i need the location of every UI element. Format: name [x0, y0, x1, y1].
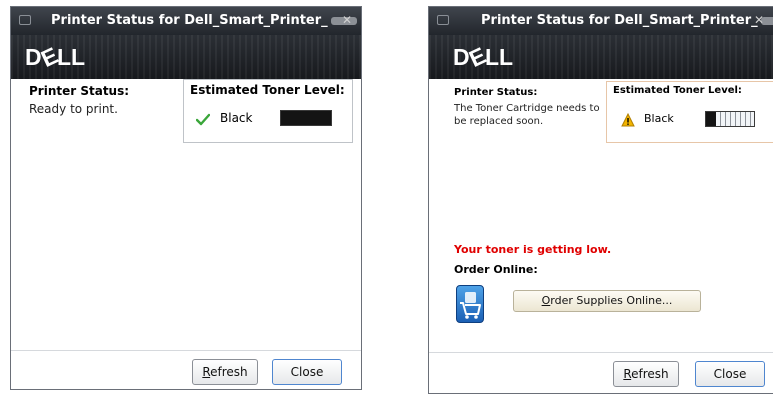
toner-level-title: Estimated Toner Level: [613, 85, 742, 96]
toner-level-bar [280, 110, 332, 126]
cart-glyph-icon [460, 292, 481, 319]
close-button[interactable]: Close [695, 361, 765, 387]
toner-level-panel: Estimated Toner Level: Black [606, 81, 773, 143]
toner-row-black: Black [196, 110, 346, 128]
order-supplies-online-label: Order Supplies Online... [541, 294, 673, 307]
toner-low-message: Your toner is getting low. [454, 243, 612, 256]
close-button-label: Close [290, 365, 324, 379]
printer-status-text: Ready to print. [29, 102, 118, 116]
window-title: Printer Status for Dell_Smart_Printer_ [51, 13, 328, 28]
order-supplies-online-button[interactable]: Order Supplies Online... [513, 290, 701, 312]
check-icon [196, 113, 210, 126]
dell-logo: DELL [453, 42, 514, 73]
printer-status-label: Printer Status: [29, 84, 130, 98]
close-icon[interactable]: ✕ [754, 13, 764, 27]
refresh-button-label: Refresh [623, 367, 669, 381]
toner-level-title: Estimated Toner Level: [190, 83, 345, 97]
dell-banner: DELL [429, 35, 773, 79]
order-online-label: Order Online: [454, 263, 538, 276]
printer-status-label: Printer Status: [454, 87, 538, 98]
footer-separator [429, 352, 773, 353]
printer-status-text-line1: The Toner Cartridge needs to [454, 103, 600, 114]
refresh-button[interactable]: Refresh [192, 359, 258, 385]
printer-status-window-left: Printer Status for Dell_Smart_Printer_ ✕… [10, 6, 362, 390]
toner-level-fill [706, 112, 716, 126]
toner-color-label: Black [220, 111, 253, 125]
warning-icon [621, 113, 635, 127]
shopping-cart-icon[interactable] [456, 285, 484, 323]
toner-level-fill [281, 111, 331, 125]
toner-color-label: Black [644, 112, 674, 125]
toner-level-bar [705, 111, 755, 127]
printer-status-window-right: Printer Status for Dell_Smart_Printer_ ✕… [428, 6, 773, 394]
close-icon[interactable]: ✕ [342, 13, 352, 27]
footer-separator [11, 350, 361, 351]
printer-status-text-line2: be replaced soon. [454, 116, 544, 127]
window-menu-icon[interactable] [437, 15, 449, 25]
window-menu-icon[interactable] [19, 15, 31, 25]
window-title: Printer Status for Dell_Smart_Printer_ [481, 13, 758, 28]
title-bar[interactable]: Printer Status for Dell_Smart_Printer_ ✕ [429, 7, 773, 35]
toner-level-panel: Estimated Toner Level: Black [183, 79, 353, 143]
close-button[interactable]: Close [272, 359, 342, 385]
refresh-button-label: Refresh [202, 365, 248, 379]
toner-row-black: Black [619, 111, 769, 129]
refresh-button[interactable]: Refresh [613, 361, 679, 387]
close-button-label: Close [713, 367, 747, 381]
dell-banner: DELL [11, 35, 361, 79]
title-bar[interactable]: Printer Status for Dell_Smart_Printer_ ✕ [11, 7, 361, 35]
dell-logo: DELL [25, 42, 86, 73]
printer-status-text: The Toner Cartridge needs to be replaced… [454, 102, 600, 128]
